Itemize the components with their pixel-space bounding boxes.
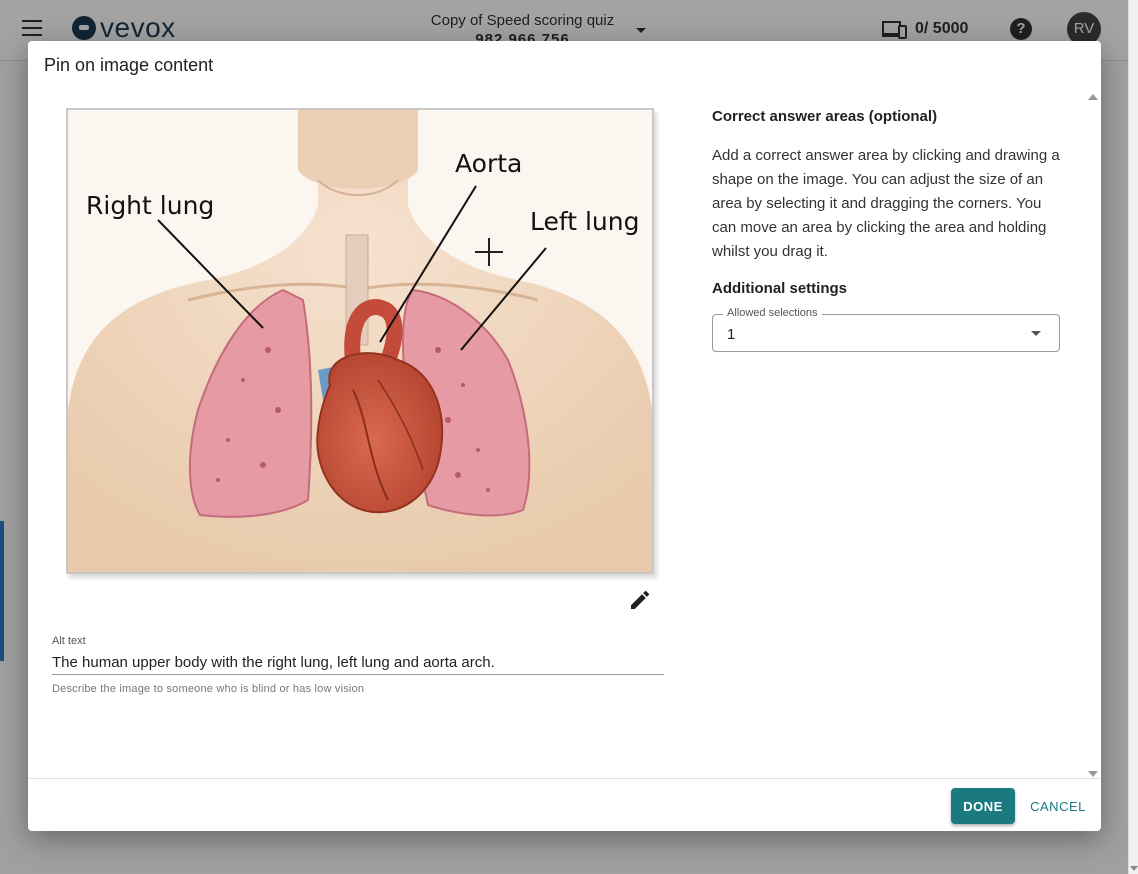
settings-panel: Correct answer areas (optional) Add a co…: [712, 108, 1064, 352]
cancel-button[interactable]: CANCEL: [1024, 788, 1092, 824]
additional-settings-heading: Additional settings: [712, 280, 847, 297]
allowed-selections-select[interactable]: Allowed selections 1: [712, 307, 1060, 352]
edit-pencil-icon[interactable]: [628, 588, 652, 612]
dialog-title: Pin on image content: [44, 55, 214, 75]
alt-text-hint: Describe the image to someone who is bli…: [52, 683, 365, 695]
correct-areas-heading: Correct answer areas (optional): [712, 108, 938, 125]
right-lung-label: Right lung: [86, 191, 214, 220]
chevron-down-icon[interactable]: [1031, 331, 1041, 336]
pin-image-canvas[interactable]: Right lung Aorta Left lung: [66, 108, 654, 574]
anatomy-image[interactable]: Right lung Aorta Left lung: [68, 110, 652, 572]
done-button[interactable]: DONE: [951, 788, 1015, 824]
scroll-down-arrow-icon[interactable]: [1088, 771, 1098, 777]
alt-text-label: Alt text: [52, 635, 86, 647]
page-scrollbar[interactable]: [1128, 0, 1138, 874]
scroll-up-arrow-icon[interactable]: [1088, 94, 1098, 100]
dialog-scrollbar[interactable]: [1086, 91, 1100, 777]
dialog-footer: DONE CANCEL: [28, 778, 1101, 832]
left-lung-label: Left lung: [530, 207, 640, 236]
scroll-down-arrow-icon[interactable]: [1130, 866, 1138, 871]
pin-on-image-dialog: Pin on image content Right lung Aorta Le…: [28, 41, 1101, 831]
allowed-selections-value: 1: [727, 326, 736, 343]
alt-text-field[interactable]: Alt text The human upper body with the r…: [52, 635, 664, 695]
aorta-label: Aorta: [455, 149, 522, 178]
correct-areas-description: Add a correct answer area by clicking an…: [712, 147, 1060, 260]
alt-text-input[interactable]: The human upper body with the right lung…: [52, 650, 664, 675]
allowed-selections-label: Allowed selections: [723, 307, 822, 319]
